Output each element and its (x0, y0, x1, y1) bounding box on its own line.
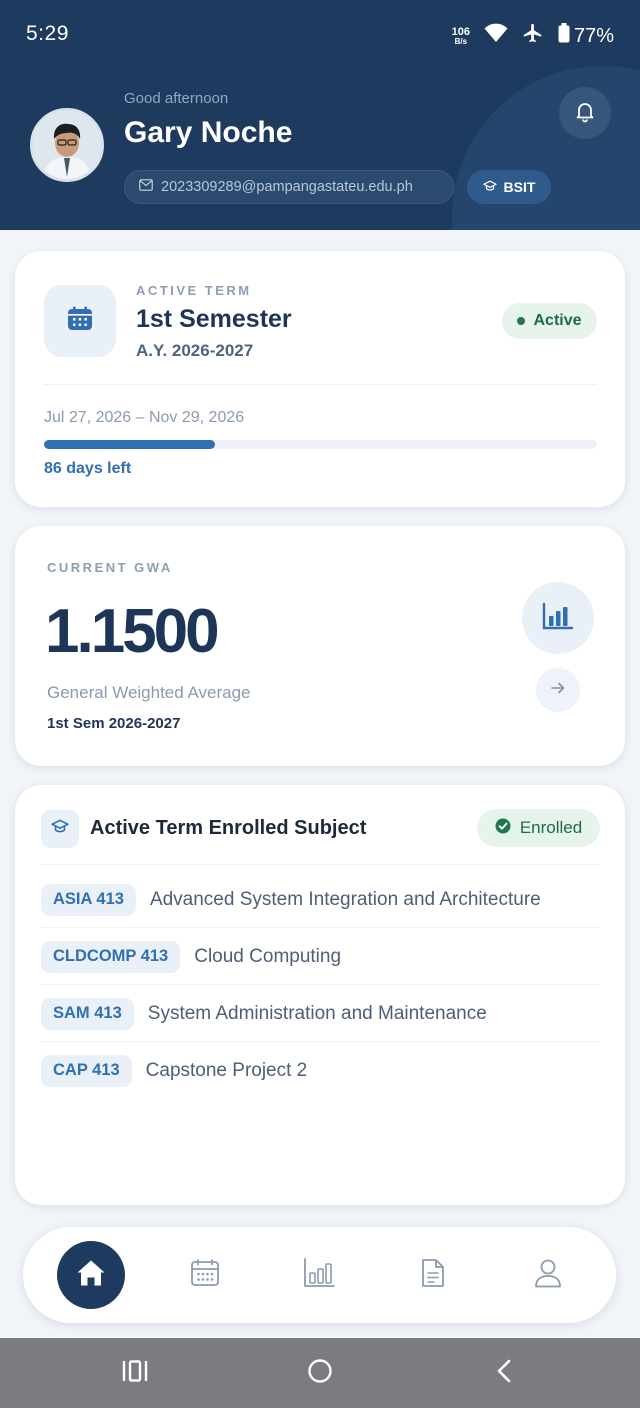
bell-icon (573, 99, 597, 128)
battery-indicator: 77% (558, 23, 614, 49)
subject-code: CAP 413 (41, 1054, 132, 1087)
check-circle-icon (495, 818, 511, 839)
status-text: Active (533, 312, 582, 329)
profile-header: 5:29 106 B/s 77% Good afternoon Gary Noc… (0, 0, 640, 230)
bottom-navigation (23, 1227, 616, 1323)
subject-name: Advanced System Integration and Architec… (149, 888, 541, 910)
home-icon (76, 1259, 106, 1292)
course-pill: BSIT (467, 170, 551, 204)
network-speed: 106 B/s (451, 25, 470, 46)
academic-year: A.Y. 2026-2027 (136, 341, 254, 360)
bar-chart-icon (542, 602, 574, 635)
graduation-cap-icon (482, 179, 497, 195)
subject-row[interactable]: CLDCOMP 413 Cloud Computing (41, 928, 600, 985)
back-chevron-icon (495, 1359, 513, 1388)
header-decoration (452, 66, 640, 230)
gwa-card[interactable]: CURRENT GWA 1.1500 General Weighted Aver… (15, 526, 625, 766)
mail-icon (139, 179, 153, 195)
subjects-title: Active Term Enrolled Subject (90, 817, 367, 839)
home-system-button[interactable] (305, 1358, 335, 1388)
system-navigation-bar (0, 1338, 640, 1408)
subject-name: System Administration and Maintenance (147, 1002, 487, 1024)
subject-name: Capstone Project 2 (145, 1059, 308, 1081)
subject-row[interactable]: ASIA 413 Advanced System Integration and… (41, 871, 600, 928)
enrolled-badge: Enrolled (477, 809, 600, 847)
enrolled-text: Enrolled (519, 818, 583, 837)
recent-apps-button[interactable] (120, 1358, 150, 1388)
term-progress-bar (44, 440, 597, 449)
email-text: 2023309289@pampangastateu.edu.ph (161, 179, 413, 195)
subjects-icon-box (41, 810, 79, 848)
nav-home[interactable] (57, 1241, 125, 1309)
subject-code: SAM 413 (41, 997, 134, 1030)
course-text: BSIT (503, 179, 536, 195)
subject-code: ASIA 413 (41, 883, 136, 916)
enrolled-subjects-card: Active Term Enrolled Subject Enrolled AS… (15, 785, 625, 1205)
status-bar: 5:29 106 B/s 77% (0, 0, 640, 70)
active-term-card[interactable]: ACTIVE TERM 1st Semester A.Y. 2026-2027 … (15, 251, 625, 507)
calendar-icon (190, 1258, 220, 1293)
chart-circle (522, 582, 594, 654)
nav-profile[interactable] (514, 1241, 582, 1309)
document-icon (420, 1258, 446, 1293)
subject-row[interactable]: SAM 413 System Administration and Mainte… (41, 985, 600, 1042)
term-progress-fill (44, 440, 216, 449)
graduation-cap-icon (51, 819, 69, 839)
nav-documents[interactable] (399, 1241, 467, 1309)
divider (44, 384, 597, 385)
back-button[interactable] (489, 1358, 519, 1388)
status-dot (517, 317, 526, 325)
term-overline: ACTIVE TERM (136, 283, 252, 298)
divider (41, 864, 600, 865)
view-grades-button[interactable] (536, 668, 580, 712)
recent-apps-icon (122, 1359, 148, 1387)
days-left: 86 days left (44, 460, 132, 477)
calendar-icon (66, 305, 94, 338)
status-icons: 106 B/s 77% (452, 22, 614, 50)
subject-name: Cloud Computing (194, 945, 342, 967)
term-icon-box (44, 285, 116, 357)
subject-row[interactable]: CAP 413 Capstone Project 2 (41, 1042, 600, 1099)
notifications-button[interactable] (559, 87, 611, 139)
user-name: Gary Noche (124, 116, 293, 149)
status-time: 5:29 (26, 22, 69, 45)
avatar[interactable] (30, 108, 104, 182)
home-circle-icon (307, 1358, 333, 1389)
nav-calendar[interactable] (171, 1241, 239, 1309)
battery-percent: 77% (573, 24, 614, 47)
gwa-value: 1.1500 (45, 597, 220, 666)
greeting-text: Good afternoon (124, 90, 229, 107)
network-speed-value: 106 (451, 25, 470, 38)
gwa-overline: CURRENT GWA (47, 560, 173, 575)
person-icon (534, 1258, 562, 1293)
term-dates: Jul 27, 2026 – Nov 29, 2026 (44, 409, 245, 426)
subject-code: CLDCOMP 413 (41, 940, 181, 973)
network-speed-unit: B/s (454, 36, 468, 46)
gwa-label: General Weighted Average (47, 683, 251, 702)
gwa-semester: 1st Sem 2026-2027 (47, 715, 181, 732)
email-pill: 2023309289@pampangastateu.edu.ph (124, 170, 454, 204)
status-badge: Active (502, 303, 597, 339)
nav-grades[interactable] (285, 1241, 353, 1309)
airplane-icon (522, 22, 544, 50)
arrow-right-icon (550, 680, 566, 701)
wifi-icon (484, 23, 508, 49)
term-title: 1st Semester (136, 305, 292, 333)
battery-icon (558, 23, 570, 49)
bar-chart-icon (303, 1257, 335, 1293)
